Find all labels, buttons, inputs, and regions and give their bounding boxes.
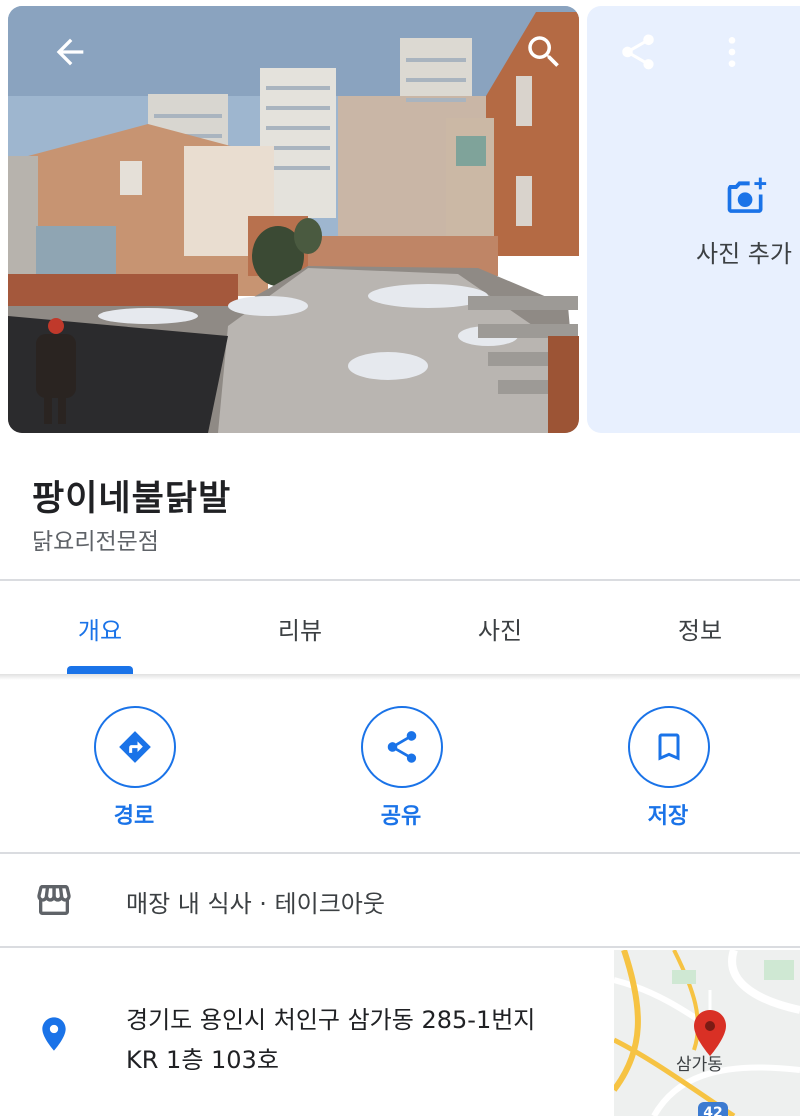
directions-circle — [94, 706, 176, 788]
directions-label: 경로 — [113, 804, 155, 829]
storefront-icon — [34, 880, 74, 924]
place-category[interactable]: 닭요리전문점 — [32, 522, 159, 556]
tab-photos[interactable]: 사진 — [400, 582, 600, 674]
save-button[interactable]: 저장 — [608, 706, 728, 836]
share-label: 공유 — [380, 804, 422, 829]
street-view-photo[interactable] — [8, 6, 579, 433]
map-area-label: 삼가동 — [676, 1055, 723, 1075]
directions-button[interactable]: 경로 — [74, 706, 194, 836]
tab-reviews[interactable]: 리뷰 — [200, 582, 400, 674]
back-button[interactable] — [42, 24, 98, 80]
share-icon — [622, 34, 654, 70]
bookmark-icon — [658, 733, 680, 761]
more-vert-icon — [728, 37, 736, 67]
tab-about[interactable]: 정보 — [600, 582, 800, 674]
address-line-2[interactable]: KR 1층 103호 — [126, 1040, 279, 1075]
tab-overview[interactable]: 개요 — [0, 582, 200, 674]
add-photo-label[interactable]: 사진 추가 — [696, 234, 792, 269]
share-circle — [361, 706, 443, 788]
back-arrow-icon — [56, 38, 84, 66]
directions-icon — [119, 731, 151, 763]
tab-bar: 개요 리뷰 사진 정보 — [0, 582, 800, 674]
share-button[interactable]: 공유 — [341, 706, 461, 836]
tabs-shadow — [0, 674, 800, 680]
address-line-1[interactable]: 경기도 용인시 처인구 삼가동 285-1번지 — [126, 1000, 535, 1035]
mini-map-image — [614, 950, 800, 1116]
more-options-button[interactable] — [706, 24, 758, 80]
place-title: 팡이네불닭발 — [32, 479, 232, 519]
active-tab-indicator — [67, 666, 133, 674]
share-icon — [387, 731, 417, 763]
divider — [0, 852, 800, 854]
road-number-badge: 42 — [698, 1102, 728, 1116]
save-label: 저장 — [647, 804, 689, 829]
service-options-text: 매장 내 식사 · 테이크아웃 — [126, 890, 385, 918]
search-button[interactable] — [516, 24, 572, 80]
search-icon — [528, 36, 559, 67]
location-pin-icon — [34, 1012, 74, 1060]
add-photo-icon — [724, 174, 768, 222]
share-top-button[interactable] — [610, 24, 666, 80]
divider — [0, 946, 800, 948]
mini-map[interactable]: 삼가동 42 — [614, 950, 800, 1116]
divider — [0, 579, 800, 581]
photo-strip: 사진 추가 — [0, 0, 800, 440]
save-circle — [628, 706, 710, 788]
